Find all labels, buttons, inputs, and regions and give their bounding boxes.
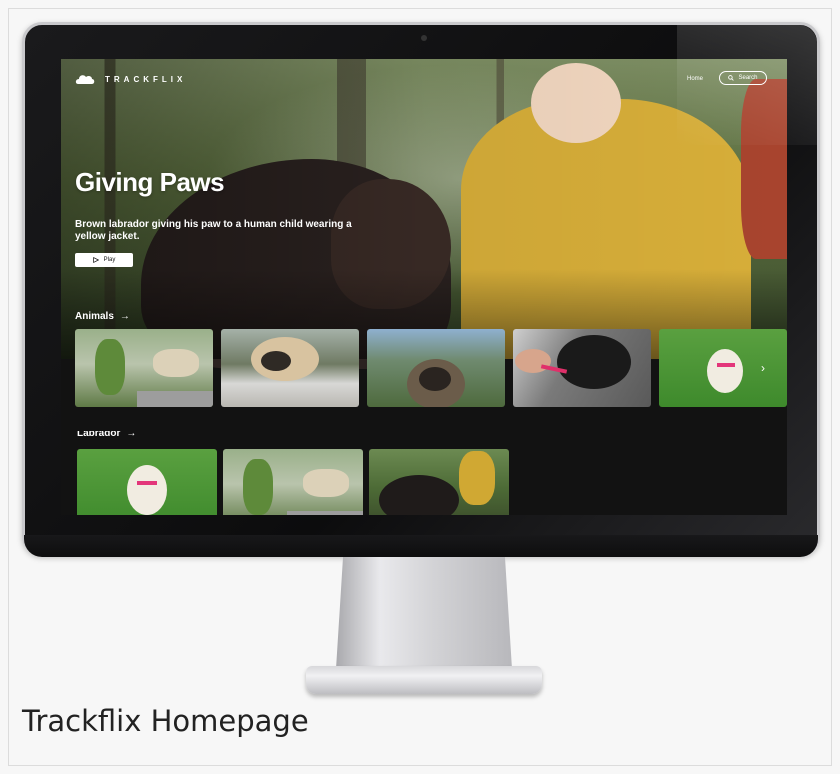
brand-logo[interactable]: TRACKFLIX [75, 73, 186, 85]
monitor-base [306, 666, 542, 694]
thumbnail-card[interactable] [221, 329, 359, 407]
arrow-right-icon: → [119, 311, 130, 322]
top-nav: TRACKFLIX Home Search [61, 59, 787, 99]
thumbnail-card[interactable] [659, 329, 787, 407]
child-shape [459, 451, 495, 505]
collar-shape [137, 481, 157, 485]
page-caption: Trackflix Homepage [22, 704, 309, 738]
dog-shape [379, 475, 459, 515]
row-title-labrador[interactable]: Labrador → [77, 431, 136, 439]
puppy-shape [707, 349, 743, 393]
hero-description: Brown labrador giving his paw to a human… [75, 219, 352, 242]
row-title-label: Labrador [77, 431, 121, 439]
thumbnail-card[interactable] [77, 449, 217, 515]
porch-shape [287, 511, 363, 515]
play-button[interactable]: Play [75, 253, 133, 267]
search-button[interactable]: Search [719, 71, 767, 85]
dog-shape [303, 469, 349, 497]
play-label: Play [103, 257, 116, 263]
thumbnail-card[interactable] [369, 449, 509, 515]
thumbnail-card[interactable] [513, 329, 651, 407]
collar-shape [717, 363, 735, 367]
arrow-right-icon: → [126, 431, 137, 439]
pug-shape [557, 335, 631, 389]
monitor-chin [24, 535, 818, 557]
hero-title: Giving Paws [75, 167, 225, 197]
brand-name: TRACKFLIX [105, 74, 187, 84]
pug-face-shape [419, 367, 451, 391]
app-screen: TRACKFLIX Home Search Giving Paws Brown … [61, 59, 787, 515]
thumbnail-card[interactable] [75, 329, 213, 407]
cloud-logo-icon [75, 75, 95, 84]
puppy-shape [127, 465, 167, 515]
thumbnail-card[interactable] [223, 449, 363, 515]
row-title-animals[interactable]: Animals → [75, 311, 130, 322]
porch-shape [137, 391, 213, 407]
tree-shape [95, 339, 125, 395]
hero-overlay [61, 59, 787, 359]
nav-home-link[interactable]: Home [687, 76, 703, 82]
tree-shape [243, 459, 273, 515]
hero-banner[interactable] [61, 59, 787, 369]
camera-dot [421, 35, 427, 41]
monitor: TRACKFLIX Home Search Giving Paws Brown … [22, 22, 820, 556]
monitor-stand [336, 557, 512, 669]
pug-face-shape [261, 351, 291, 371]
row-title-label: Animals [75, 311, 114, 322]
search-icon [728, 75, 735, 81]
carousel-next-icon[interactable]: › [761, 361, 765, 375]
dog-shape [153, 349, 199, 377]
search-label: Search [738, 75, 758, 81]
thumbnail-card[interactable] [367, 329, 505, 407]
play-icon [92, 257, 99, 263]
